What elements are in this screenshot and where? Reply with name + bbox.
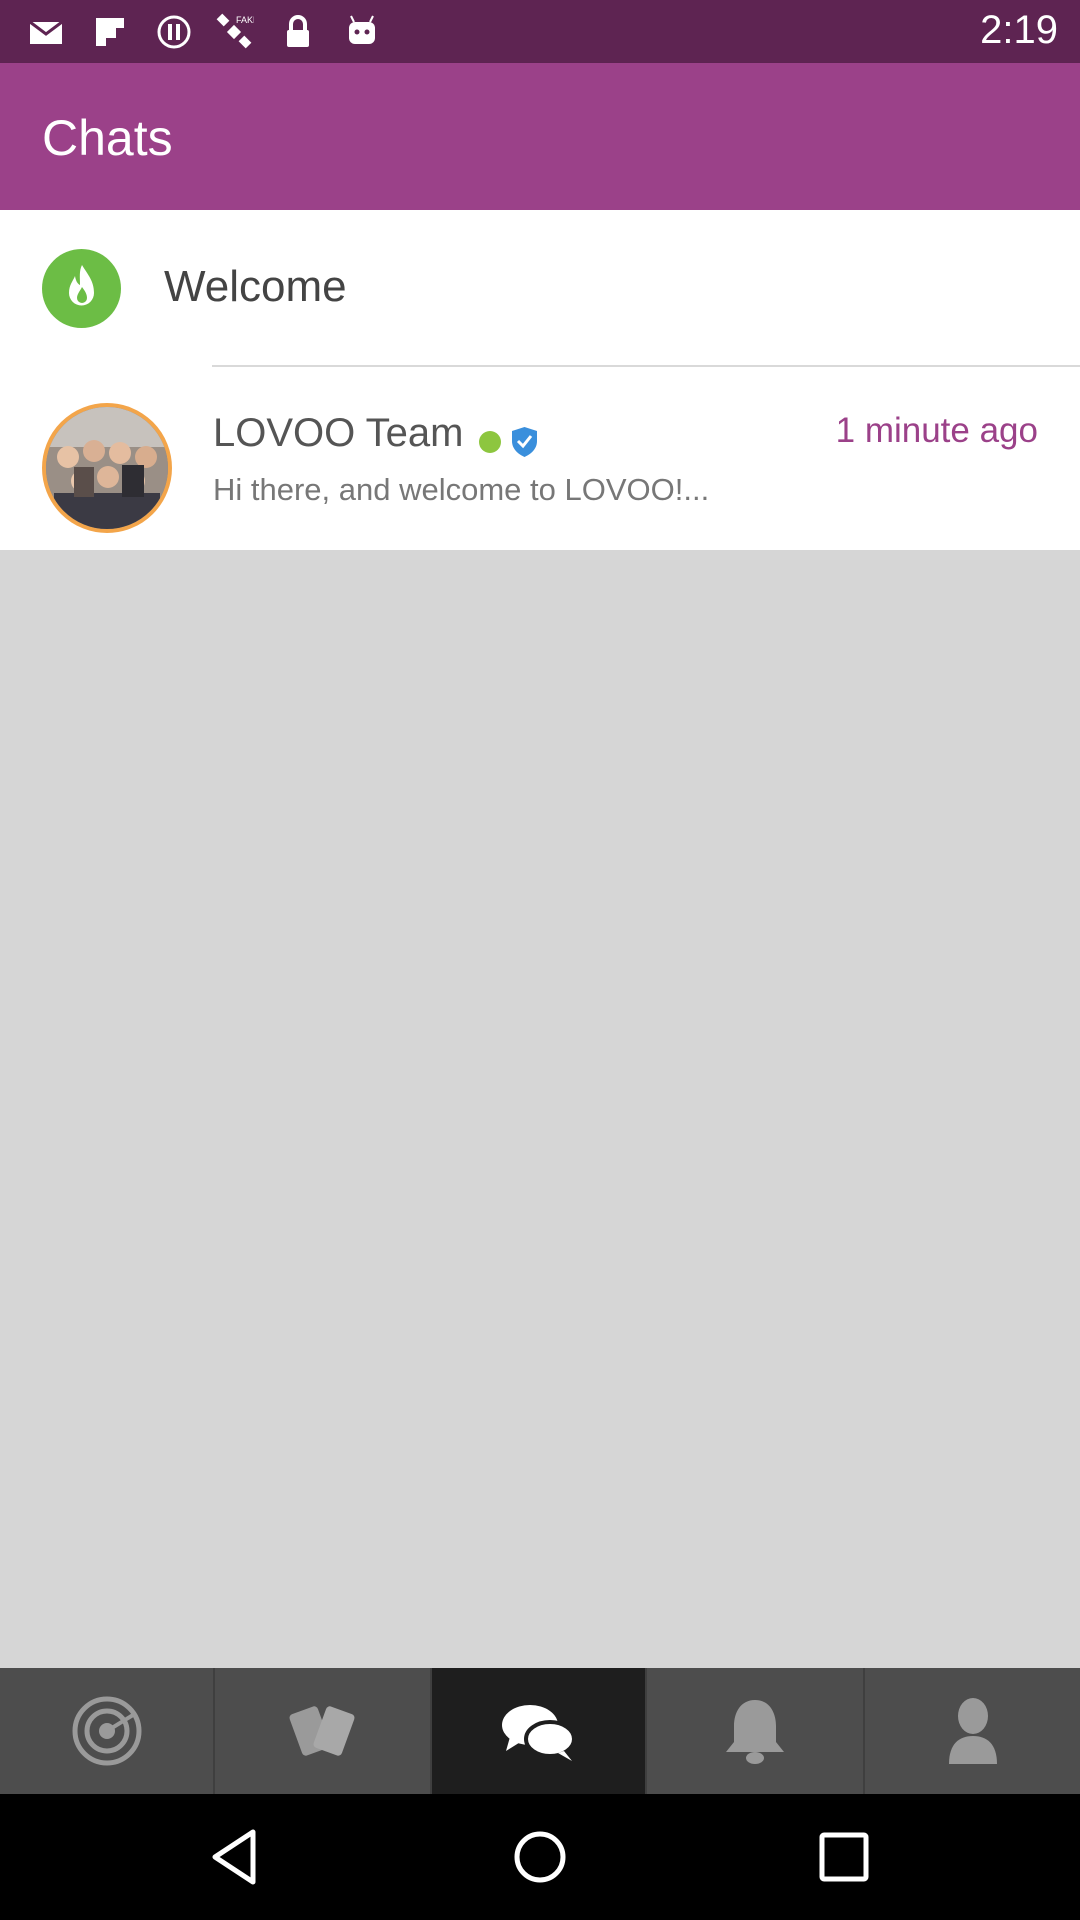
nav-chats[interactable] — [432, 1668, 647, 1794]
group-photo — [46, 407, 168, 529]
home-icon[interactable] — [505, 1822, 575, 1892]
radar-icon — [72, 1696, 141, 1766]
nav-notifications[interactable] — [647, 1668, 865, 1794]
nav-radar[interactable] — [0, 1668, 215, 1794]
app-root: FAKE 2:19 Chats Welcome — [0, 0, 1080, 1920]
flipboard-icon — [96, 18, 124, 46]
android-icon — [349, 15, 375, 44]
cards-icon — [289, 1706, 354, 1756]
nav-profile[interactable] — [865, 1668, 1080, 1794]
bottom-nav — [0, 1668, 1080, 1794]
chat-name: LOVOO Team — [213, 411, 464, 455]
page-title: Chats — [42, 110, 173, 166]
welcome-row[interactable]: Welcome — [0, 210, 1080, 367]
svg-text:FAKE: FAKE — [236, 15, 254, 25]
chat-bubbles-icon — [501, 1705, 576, 1761]
alert-icon — [157, 15, 191, 49]
welcome-avatar — [42, 249, 121, 328]
status-bar: FAKE 2:19 — [0, 0, 1080, 63]
person-icon — [948, 1698, 997, 1764]
lock-icon — [287, 15, 309, 47]
avatar — [42, 403, 172, 533]
satellite-icon: FAKE — [216, 13, 254, 49]
chat-list: Welcome LOVOO Team 1 minute ago Hi there… — [0, 210, 1080, 550]
chat-timestamp: 1 minute ago — [835, 411, 1038, 450]
online-status-dot — [479, 431, 501, 453]
nav-match[interactable] — [215, 1668, 432, 1794]
recents-icon[interactable] — [809, 1822, 879, 1892]
chat-preview: Hi there, and welcome to LOVOO!... — [213, 472, 710, 507]
app-bar: Chats — [0, 63, 1080, 210]
bell-icon — [726, 1700, 784, 1764]
mail-icon — [29, 20, 63, 44]
system-nav-bar — [0, 1794, 1080, 1920]
welcome-label: Welcome — [164, 262, 347, 311]
status-time: 2:19 — [980, 8, 1058, 52]
verified-shield-icon — [512, 427, 537, 457]
back-icon[interactable] — [201, 1822, 271, 1892]
flame-icon — [69, 265, 94, 306]
chat-row[interactable]: LOVOO Team 1 minute ago Hi there, and we… — [0, 369, 1080, 549]
